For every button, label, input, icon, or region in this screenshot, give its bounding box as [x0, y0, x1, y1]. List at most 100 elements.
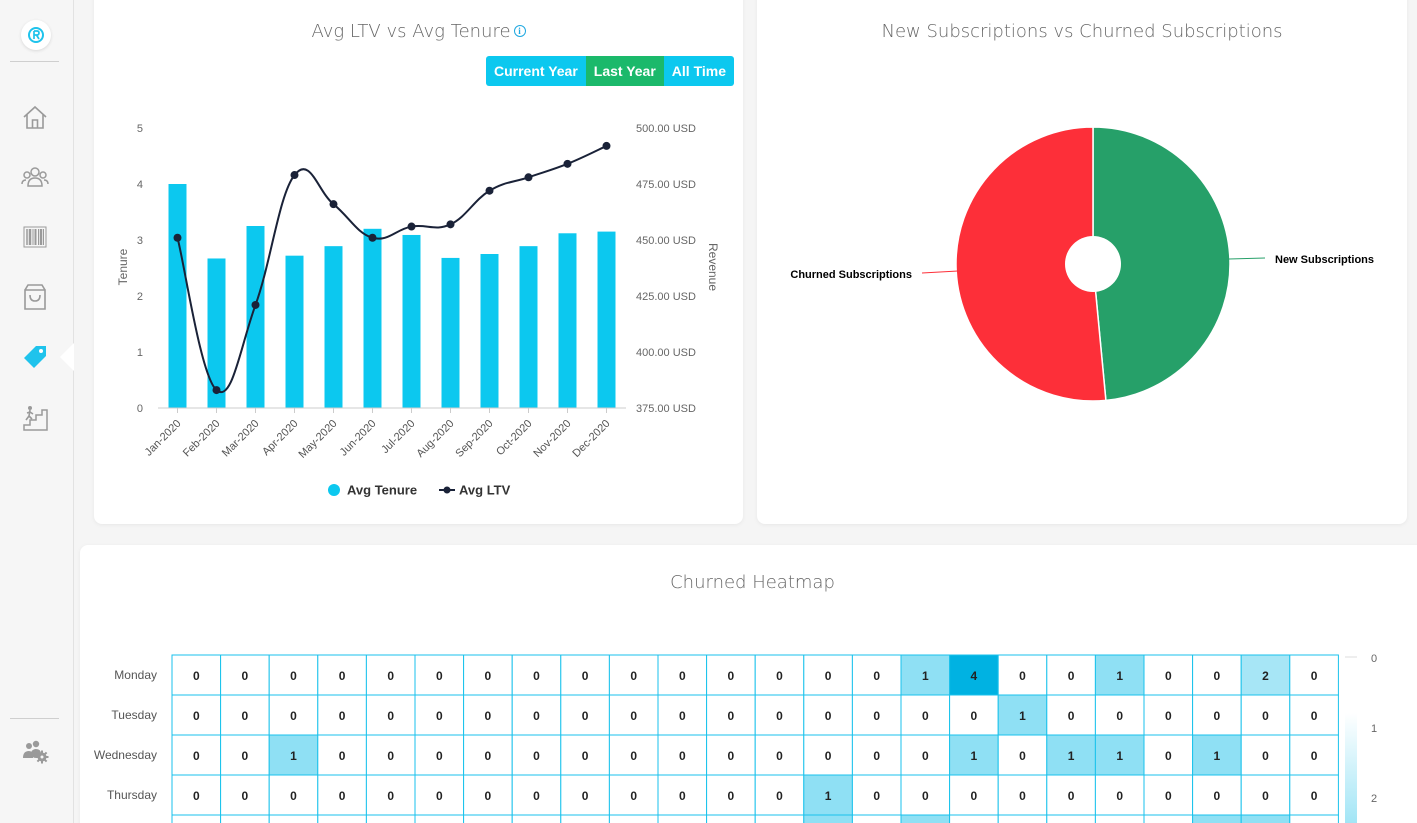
- heatmap-cell-value: 0: [1311, 789, 1318, 803]
- legend-tenure-label[interactable]: Avg Tenure: [347, 483, 417, 498]
- heatmap-cell-value: 0: [193, 709, 200, 723]
- x-tick-label: Mar-2020: [220, 418, 262, 460]
- heatmap-cell[interactable]: [1046, 814, 1096, 823]
- ltv-point[interactable]: [563, 159, 572, 168]
- heatmap-cell-value: 0: [387, 709, 394, 723]
- sidebar-item-team[interactable]: [17, 733, 53, 769]
- heatmap-cell-value: 0: [1068, 709, 1075, 723]
- x-tick-label: Jan-2020: [143, 418, 184, 459]
- ltv-point[interactable]: [251, 300, 260, 309]
- heatmap-cell-value: 0: [193, 669, 200, 683]
- heatmap-cell-value: 0: [873, 669, 880, 683]
- logo-icon: [28, 27, 44, 43]
- legend-ltv-label[interactable]: Avg LTV: [459, 483, 511, 498]
- ltv-point[interactable]: [173, 233, 182, 242]
- x-tick-label: Jul-2020: [379, 418, 417, 456]
- heatmap-cell-value: 0: [679, 709, 686, 723]
- heatmap-cell-value: 0: [193, 789, 200, 803]
- home-icon: [23, 105, 47, 129]
- heatmap-cell[interactable]: [1240, 814, 1291, 823]
- ltv-point[interactable]: [290, 171, 299, 180]
- tenure-bar[interactable]: [558, 233, 577, 408]
- heatmap-cell-value: 4: [971, 669, 978, 683]
- heatmap-cell[interactable]: [949, 814, 999, 823]
- heatmap-cell[interactable]: [365, 814, 416, 823]
- heatmap-cell[interactable]: [803, 814, 853, 823]
- sidebar-item-customers[interactable]: [17, 159, 53, 195]
- heatmap-cell[interactable]: [560, 814, 610, 823]
- heatmap-cell[interactable]: [511, 814, 562, 823]
- ltv-point[interactable]: [485, 186, 494, 195]
- sidebar-item-shop[interactable]: [17, 279, 53, 315]
- heatmap-cell-value: 1: [971, 749, 978, 763]
- new-subs-label: New Subscriptions: [1275, 254, 1374, 266]
- barcode-icon: [23, 226, 47, 248]
- ltv-point[interactable]: [524, 173, 533, 182]
- heatmap-cell-value: 0: [728, 709, 735, 723]
- x-tick-label: May-2020: [297, 418, 340, 461]
- x-tick-label: Dec-2020: [570, 418, 612, 460]
- customers-icon: [21, 167, 49, 187]
- tenure-bar[interactable]: [207, 258, 226, 408]
- y2-tick-label: 500.00 USD: [636, 123, 696, 135]
- heatmap-cell-value: 0: [922, 789, 929, 803]
- heatmap-cell[interactable]: [463, 814, 513, 823]
- heatmap-cell-value: 1: [290, 749, 297, 763]
- heatmap-cell[interactable]: [171, 814, 222, 823]
- heatmap-cell-value: 0: [582, 709, 589, 723]
- ltv-point[interactable]: [602, 141, 611, 150]
- tenure-bar[interactable]: [441, 257, 460, 408]
- heatmap-cell-value: 1: [1214, 749, 1221, 763]
- sidebar-item-pricing[interactable]: [17, 339, 53, 375]
- heatmap-cell-value: 1: [1116, 669, 1123, 683]
- heatmap-cell[interactable]: [317, 814, 367, 823]
- heatmap-cell-value: 0: [485, 709, 492, 723]
- heatmap-cell-value: 0: [387, 789, 394, 803]
- heatmap-cell[interactable]: [997, 814, 1048, 823]
- x-tick-label: Apr-2020: [260, 418, 300, 458]
- heatmap-cell-value: 0: [1116, 789, 1123, 803]
- heatmap-cell-value: 0: [533, 669, 540, 683]
- heatmap-cell[interactable]: [608, 814, 659, 823]
- heatmap-cell[interactable]: [1143, 814, 1194, 823]
- heatmap-cell-value: 0: [630, 749, 637, 763]
- heatmap-cell[interactable]: [754, 814, 805, 823]
- ltv-point[interactable]: [446, 220, 455, 229]
- heatmap-cell[interactable]: [1192, 814, 1242, 823]
- tenure-bar[interactable]: [363, 228, 382, 408]
- heatmap-cell-value: 0: [290, 669, 297, 683]
- ltv-point[interactable]: [212, 386, 221, 395]
- tenure-bar[interactable]: [324, 246, 343, 408]
- heatmap-cell-value: 0: [873, 709, 880, 723]
- ltv-point[interactable]: [407, 222, 416, 231]
- y2-tick-label: 400.00 USD: [636, 347, 696, 359]
- tenure-bar[interactable]: [519, 246, 538, 408]
- y2-tick-label: 425.00 USD: [636, 291, 696, 303]
- heatmap-cell[interactable]: [1094, 814, 1145, 823]
- app-logo[interactable]: [21, 20, 51, 50]
- ltv-point[interactable]: [329, 200, 338, 209]
- heatmap-cell[interactable]: [414, 814, 465, 823]
- heatmap-cell-value: 0: [630, 669, 637, 683]
- heatmap-cell[interactable]: [706, 814, 756, 823]
- tenure-bar[interactable]: [402, 234, 421, 408]
- x-tick-label: Feb-2020: [181, 418, 223, 460]
- heatmap-cell[interactable]: [220, 814, 270, 823]
- tag-icon: [24, 346, 46, 368]
- heatmap-cell[interactable]: [900, 814, 951, 823]
- sidebar-item-home[interactable]: [17, 99, 53, 135]
- heatmap-cell[interactable]: [1289, 814, 1339, 823]
- tenure-bar[interactable]: [597, 231, 616, 408]
- heatmap-cell[interactable]: [657, 814, 708, 823]
- tenure-bar[interactable]: [285, 255, 304, 408]
- sidebar-item-growth[interactable]: [17, 400, 53, 436]
- heatmap-cell[interactable]: [851, 814, 902, 823]
- tenure-bar[interactable]: [168, 184, 187, 408]
- ltv-point[interactable]: [368, 233, 377, 242]
- ltv-line: [176, 145, 607, 394]
- y2-tick-label: 375.00 USD: [636, 403, 696, 415]
- heatmap-cell[interactable]: [268, 814, 319, 823]
- tenure-bar[interactable]: [480, 254, 499, 408]
- sidebar-item-barcode[interactable]: [17, 219, 53, 255]
- tenure-bar[interactable]: [246, 226, 265, 408]
